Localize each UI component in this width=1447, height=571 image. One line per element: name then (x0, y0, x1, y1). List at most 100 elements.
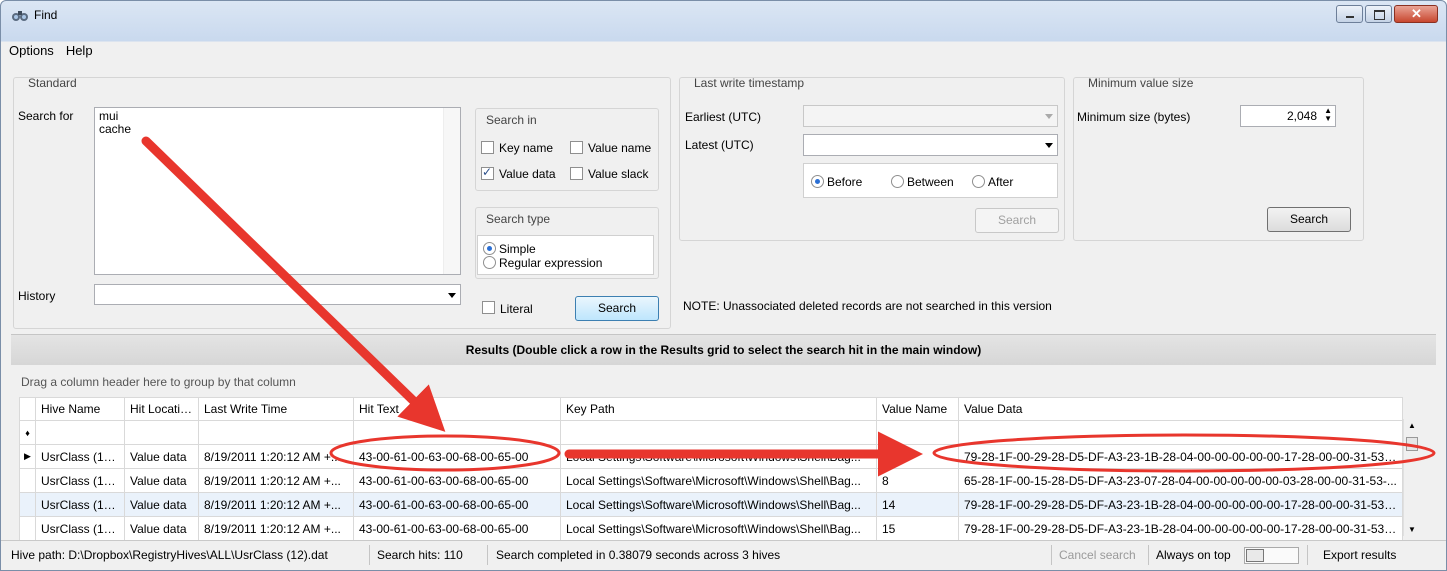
value-name-checkbox[interactable] (570, 141, 583, 154)
cell-hive-name: UsrClass (12... (35, 444, 125, 469)
earliest-date-picker[interactable] (803, 105, 1058, 127)
simple-label: Simple (499, 242, 536, 256)
latest-date-picker[interactable] (803, 134, 1058, 156)
cell-value-name (876, 444, 959, 469)
cell-value-name: 8 (876, 468, 959, 493)
search-type-title: Search type (486, 212, 551, 226)
scroll-up-icon: ▲ (1408, 421, 1416, 430)
filter-cell[interactable] (958, 420, 1403, 445)
group-by-hint[interactable]: Drag a column header here to group by th… (21, 375, 296, 389)
filter-cell[interactable] (353, 420, 561, 445)
history-combobox[interactable] (94, 284, 461, 305)
close-icon: ✕ (1411, 6, 1422, 21)
filter-cell[interactable] (876, 420, 959, 445)
cell-value-name: 14 (876, 492, 959, 517)
results-banner: Results (Double click a row in the Resul… (11, 334, 1436, 365)
cell-hit-location: Value data (124, 444, 199, 469)
status-divider (1051, 545, 1052, 565)
textarea-scrollbar[interactable] (443, 108, 460, 274)
literal-label: Literal (500, 302, 533, 316)
filter-cell[interactable] (124, 420, 199, 445)
cell-hit-text: 43-00-61-00-63-00-68-00-65-00 (353, 468, 561, 493)
min-value-group-title: Minimum value size (1088, 76, 1194, 90)
search-line-2: cache (99, 122, 132, 136)
client-area: Standard Search for mui cache History Se… (11, 67, 1436, 570)
search-button[interactable]: Search (575, 296, 659, 321)
table-row[interactable]: UsrClass (12... Value data 8/19/2011 1:2… (19, 516, 1403, 541)
col-value-data[interactable]: Value Data (958, 397, 1403, 421)
cell-value-data: 65-28-1F-00-15-28-D5-DF-A3-23-07-28-04-0… (958, 468, 1403, 493)
value-data-checkbox[interactable]: ✓ (481, 165, 494, 180)
col-hit-location[interactable]: Hit Location (124, 397, 199, 421)
filter-cell[interactable] (35, 420, 125, 445)
close-button[interactable]: ✕ (1394, 5, 1438, 23)
timestamp-search-button[interactable]: Search (975, 208, 1059, 233)
regex-radio[interactable] (483, 256, 496, 269)
scroll-thumb[interactable] (1406, 437, 1418, 451)
note-text: NOTE: Unassociated deleted records are n… (683, 299, 1052, 313)
table-row[interactable]: UsrClass (12... Value data 8/19/2011 1:2… (19, 492, 1403, 517)
earliest-label: Earliest (UTC) (685, 110, 762, 124)
table-row[interactable]: UsrClass (12... Value data 8/19/2011 1:2… (19, 468, 1403, 493)
maximize-button[interactable] (1365, 5, 1392, 23)
filter-cell[interactable] (560, 420, 877, 445)
min-size-label: Minimum size (bytes) (1077, 110, 1191, 124)
between-radio[interactable] (891, 175, 904, 188)
search-in-title: Search in (486, 113, 537, 127)
col-last-write-time[interactable]: Last Write Time (198, 397, 354, 421)
before-radio[interactable] (811, 175, 824, 188)
cell-key-path: Local Settings\Software\Microsoft\Window… (560, 492, 877, 517)
col-value-name[interactable]: Value Name (876, 397, 959, 421)
window-title: Find (34, 8, 58, 22)
col-key-path[interactable]: Key Path (560, 397, 877, 421)
cell-hit-location: Value data (124, 516, 199, 541)
col-hive-name[interactable]: Hive Name (35, 397, 125, 421)
menu-options[interactable]: Options (5, 43, 58, 58)
regex-label: Regular expression (499, 256, 603, 270)
minimize-button[interactable] (1336, 5, 1363, 23)
scroll-down-icon: ▼ (1408, 525, 1416, 534)
key-name-checkbox[interactable] (481, 141, 494, 154)
after-radio[interactable] (972, 175, 985, 188)
table-row[interactable]: ▶ UsrClass (12... Value data 8/19/2011 1… (19, 444, 1403, 469)
search-hits-status: Search hits: 110 (377, 548, 463, 562)
value-slack-checkbox[interactable] (570, 167, 583, 180)
menu-help[interactable]: Help (62, 43, 97, 58)
cell-hit-location: Value data (124, 492, 199, 517)
literal-checkbox[interactable] (482, 301, 495, 314)
results-grid: Hive Name Hit Location Last Write Time H… (19, 397, 1403, 541)
cell-key-path: Local Settings\Software\Microsoft\Window… (560, 444, 877, 469)
cell-value-data: 79-28-1F-00-29-28-D5-DF-A3-23-1B-28-04-0… (958, 516, 1403, 541)
status-divider (1148, 545, 1149, 565)
min-size-spinner[interactable]: 2,048 ▲ ▼ (1240, 105, 1336, 127)
row-indicator-header (19, 397, 36, 421)
find-window: Find ✕ Options Help Standard Search for … (0, 0, 1447, 571)
always-on-top-toggle[interactable] (1244, 547, 1299, 564)
after-label: After (988, 175, 1014, 189)
cell-last-write-time: 8/19/2011 1:20:12 AM +... (198, 516, 354, 541)
standard-group-title: Standard (28, 76, 77, 90)
hive-path-status: Hive path: D:\Dropbox\RegistryHives\ALL\… (11, 548, 328, 562)
history-label: History (18, 289, 56, 303)
cell-last-write-time: 8/19/2011 1:20:12 AM +... (198, 468, 354, 493)
value-data-label: Value data (499, 167, 556, 181)
spin-arrows-icon: ▲ ▼ (1324, 106, 1332, 123)
cell-hive-name: UsrClass (12... (35, 516, 125, 541)
results-scrollbar[interactable]: ▲ ▼ (1403, 419, 1421, 536)
cancel-search-button[interactable]: Cancel search (1059, 548, 1136, 562)
col-hit-text[interactable]: Hit Text (353, 397, 561, 421)
binoculars-icon (12, 11, 28, 21)
chevron-down-icon (1045, 143, 1053, 148)
cell-hit-text: 43-00-61-00-63-00-68-00-65-00 (353, 492, 561, 517)
status-divider (1307, 545, 1308, 565)
filter-cell[interactable] (198, 420, 354, 445)
cell-value-name: 15 (876, 516, 959, 541)
title-bar[interactable]: Find ✕ (1, 1, 1446, 29)
search-for-textarea[interactable]: mui cache (94, 107, 461, 275)
export-results-button[interactable]: Export results (1323, 548, 1396, 562)
filter-row[interactable]: ♦ (19, 420, 1403, 445)
simple-radio[interactable] (483, 242, 496, 255)
before-label: Before (827, 175, 863, 189)
status-divider (369, 545, 370, 565)
min-size-search-button[interactable]: Search (1267, 207, 1351, 232)
